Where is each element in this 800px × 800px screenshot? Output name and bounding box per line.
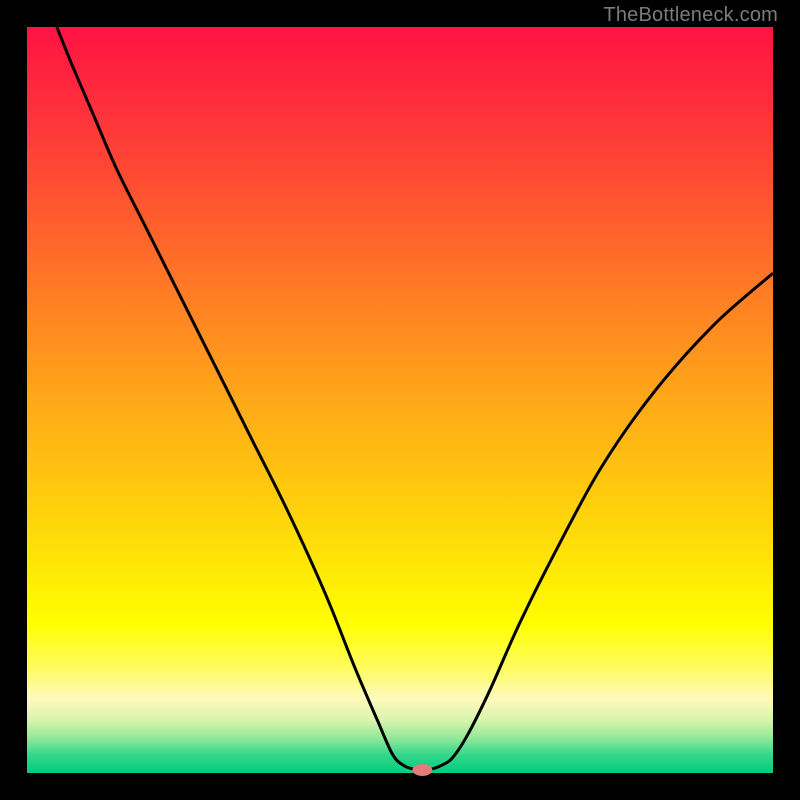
optimal-point-marker	[412, 764, 432, 776]
chart-svg	[0, 0, 800, 800]
chart-container: TheBottleneck.com	[0, 0, 800, 800]
plot-background	[27, 27, 773, 773]
